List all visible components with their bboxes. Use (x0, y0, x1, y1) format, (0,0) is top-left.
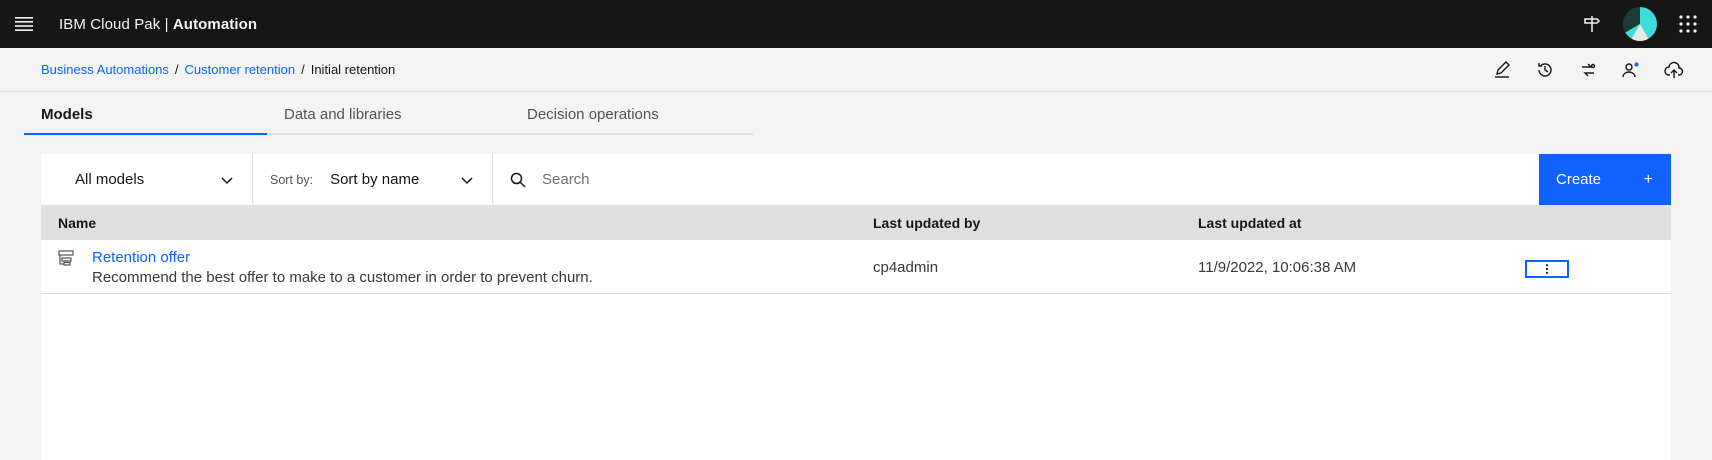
tab-data-and-libraries[interactable]: Data and libraries (267, 92, 510, 135)
tab-decision-operations[interactable]: Decision operations (510, 92, 753, 135)
sort-label: Sort by: (270, 172, 314, 187)
avatar[interactable] (1616, 0, 1664, 48)
models-panel: All models Sort by: Sort by name Search … (41, 154, 1671, 460)
search-icon (510, 172, 526, 188)
breadcrumb-current: Initial retention (310, 62, 396, 77)
column-header-last-updated-by[interactable]: Last updated by (873, 215, 980, 231)
history-icon (1537, 63, 1552, 77)
model-filter-dropdown[interactable]: All models (41, 154, 253, 205)
signpost-icon[interactable] (1568, 0, 1616, 48)
compare-versions-button[interactable] (1566, 51, 1609, 89)
compare-icon (1581, 63, 1595, 77)
tab-list: Models Data and libraries Decision opera… (24, 92, 753, 135)
last-updated-by: cp4admin (873, 259, 939, 276)
sort-dropdown[interactable]: Sort by: Sort by name (253, 154, 493, 205)
model-description: Recommend the best offer to make to a cu… (92, 269, 593, 286)
column-header-name[interactable]: Name (58, 215, 96, 231)
cloud-upload-icon (1663, 61, 1683, 78)
sort-value: Sort by name (330, 171, 420, 188)
history-button[interactable] (1523, 51, 1566, 89)
user-notification-icon (1621, 62, 1638, 78)
table-header: Name Last updated by Last updated at (41, 206, 1671, 240)
breadcrumb-customer-retention[interactable]: Customer retention (185, 62, 296, 77)
breadcrumb-business-automations[interactable]: Business Automations (41, 62, 169, 77)
overflow-menu-button[interactable] (1525, 260, 1569, 278)
menu-icon[interactable] (0, 0, 48, 48)
search-input[interactable]: Search (493, 154, 1539, 205)
app-title[interactable]: IBM Cloud Pak | Automation (59, 16, 257, 33)
breadcrumb-separator: / (301, 62, 305, 77)
app-switcher-icon[interactable] (1664, 0, 1712, 48)
share-button[interactable] (1609, 51, 1652, 89)
plus-icon: + (1643, 170, 1653, 188)
table-toolbar: All models Sort by: Sort by name Search … (41, 154, 1671, 206)
overflow-menu-icon (1545, 264, 1549, 274)
create-button[interactable]: Create + (1539, 154, 1671, 205)
last-updated-at: 11/9/2022, 10:06:38 AM (1198, 259, 1357, 276)
chevron-down-icon (221, 176, 233, 184)
decision-model-icon (58, 250, 74, 266)
avatar-image (1623, 7, 1657, 41)
deploy-button[interactable] (1652, 51, 1695, 89)
breadcrumb-separator: / (174, 62, 179, 77)
breadcrumb: Business Automations / Customer retentio… (41, 62, 395, 77)
column-header-last-updated-at[interactable]: Last updated at (1198, 215, 1301, 231)
search-placeholder: Search (542, 171, 590, 188)
model-filter-value: All models (75, 171, 145, 188)
chevron-down-icon (461, 176, 473, 184)
table-row: Retention offer Recommend the best offer… (41, 240, 1671, 294)
brand-product: Automation (172, 15, 258, 33)
brand-prefix: IBM Cloud Pak | (59, 15, 173, 33)
tab-models[interactable]: Models (24, 92, 267, 135)
model-name-link[interactable]: Retention offer (92, 249, 190, 266)
edit-button[interactable] (1480, 51, 1523, 89)
page-header: Business Automations / Customer retentio… (0, 48, 1712, 92)
top-navigation-bar: IBM Cloud Pak | Automation (0, 0, 1712, 48)
pencil-icon (1494, 61, 1510, 78)
create-button-label: Create (1556, 171, 1602, 188)
